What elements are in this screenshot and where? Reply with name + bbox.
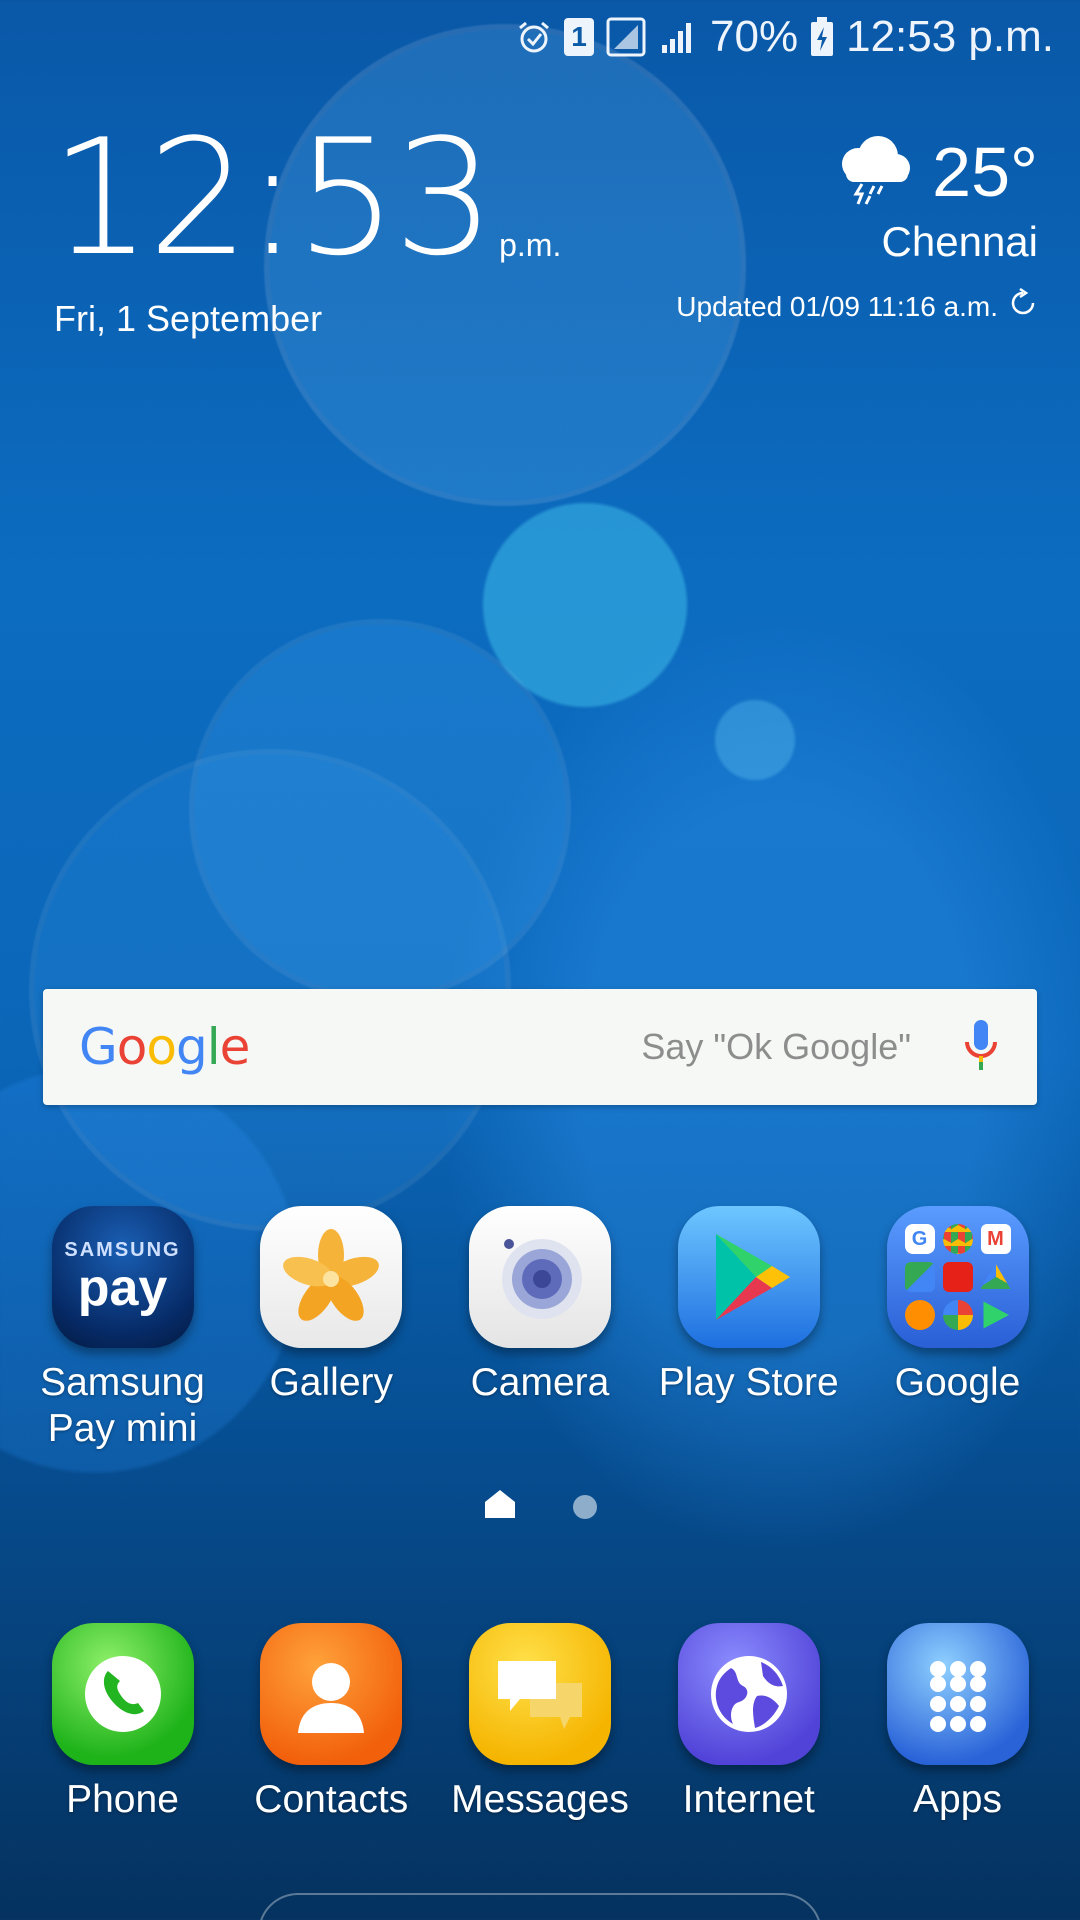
app-label: Apps (913, 1778, 1002, 1821)
google-search-icon: G (904, 1224, 935, 1254)
clock-date: Fri, 1 September (54, 298, 323, 339)
apps-grid-icon (886, 1623, 1029, 1765)
signal-sim1-icon (606, 17, 646, 57)
app-label: Samsung Pay mini (40, 1361, 205, 1450)
camera-icon (469, 1206, 611, 1348)
weather-updated: Updated 01/09 11:16 a.m. (676, 287, 1038, 325)
weather-widget[interactable]: 25° Chennai Updated 01/09 11:16 a.m. (676, 132, 1038, 325)
page-dot[interactable] (573, 1494, 597, 1519)
drive-icon (980, 1263, 1011, 1289)
app-label: Google (894, 1361, 1021, 1404)
gallery-icon (260, 1206, 403, 1348)
app-messages[interactable]: Messages (438, 1623, 643, 1823)
dock: Phone Contacts Messages Internet Apps (20, 1623, 1060, 1823)
samsung-pay-logo-bottom: pay (77, 1259, 168, 1317)
sim-slot-icon: 1 (564, 18, 595, 56)
gmail-icon: M (980, 1224, 1011, 1254)
alarm-icon (516, 19, 552, 55)
app-label: Gallery (269, 1361, 394, 1404)
app-label: Camera (470, 1361, 610, 1404)
search-hint: Say "Ok Google" (641, 1026, 911, 1067)
contacts-icon (260, 1623, 403, 1765)
bottom-handle[interactable] (258, 1893, 822, 1920)
status-bar[interactable]: 1 70% 12:53 p.m. (0, 0, 1080, 74)
battery-charging-icon (810, 17, 834, 57)
battery-percent: 70% (710, 12, 799, 61)
page-indicator[interactable] (0, 1488, 1080, 1525)
app-google-folder[interactable]: G M Google (855, 1206, 1060, 1452)
play-music-icon (904, 1300, 935, 1330)
app-contacts[interactable]: Contacts (229, 1623, 434, 1823)
youtube-icon (942, 1262, 973, 1292)
samsung-pay-logo-top: SAMSUNG (64, 1239, 181, 1261)
home-apps-row: SAMSUNG pay Samsung Pay mini Gallery Cam… (20, 1206, 1060, 1452)
maps-icon (904, 1262, 935, 1292)
signal-sim2-icon (658, 17, 698, 57)
photos-icon (942, 1300, 973, 1330)
status-time: 12:53 p.m. (846, 12, 1054, 61)
play-store-icon (677, 1206, 820, 1348)
app-apps-drawer[interactable]: Apps (855, 1623, 1060, 1823)
google-search-bar[interactable]: Google Say "Ok Google" (43, 989, 1037, 1105)
app-label: Contacts (254, 1778, 409, 1821)
chrome-icon (942, 1224, 973, 1254)
home-page-icon[interactable] (483, 1488, 517, 1525)
clock-ampm: p.m. (499, 227, 562, 263)
app-gallery[interactable]: Gallery (229, 1206, 434, 1452)
weather-updated-text: Updated 01/09 11:16 a.m. (676, 290, 998, 322)
play-movies-icon (983, 1301, 1009, 1329)
app-camera[interactable]: Camera (438, 1206, 643, 1452)
app-label: Phone (66, 1778, 179, 1821)
app-label: Play Store (658, 1361, 839, 1404)
clock-widget[interactable]: 12:53 p.m. Fri, 1 September (50, 104, 562, 340)
google-logo: Google (79, 1018, 250, 1076)
internet-icon (677, 1623, 820, 1765)
phone-icon (51, 1623, 194, 1765)
thunder-cloud-icon (826, 134, 918, 211)
clock-time: 12:53 (50, 104, 495, 291)
weather-temperature: 25° (932, 133, 1038, 211)
app-play-store[interactable]: Play Store (646, 1206, 851, 1452)
refresh-icon[interactable] (1008, 287, 1038, 325)
weather-city: Chennai (881, 218, 1038, 265)
app-phone[interactable]: Phone (20, 1623, 225, 1823)
microphone-icon[interactable] (961, 1018, 1001, 1077)
app-label: Messages (451, 1778, 629, 1821)
messages-icon (469, 1623, 611, 1765)
samsung-pay-icon: SAMSUNG pay (51, 1206, 194, 1348)
app-label: Internet (682, 1778, 815, 1821)
app-samsung-pay-mini[interactable]: SAMSUNG pay Samsung Pay mini (20, 1206, 225, 1452)
google-folder-icon: G M (886, 1206, 1029, 1348)
app-internet[interactable]: Internet (646, 1623, 851, 1823)
